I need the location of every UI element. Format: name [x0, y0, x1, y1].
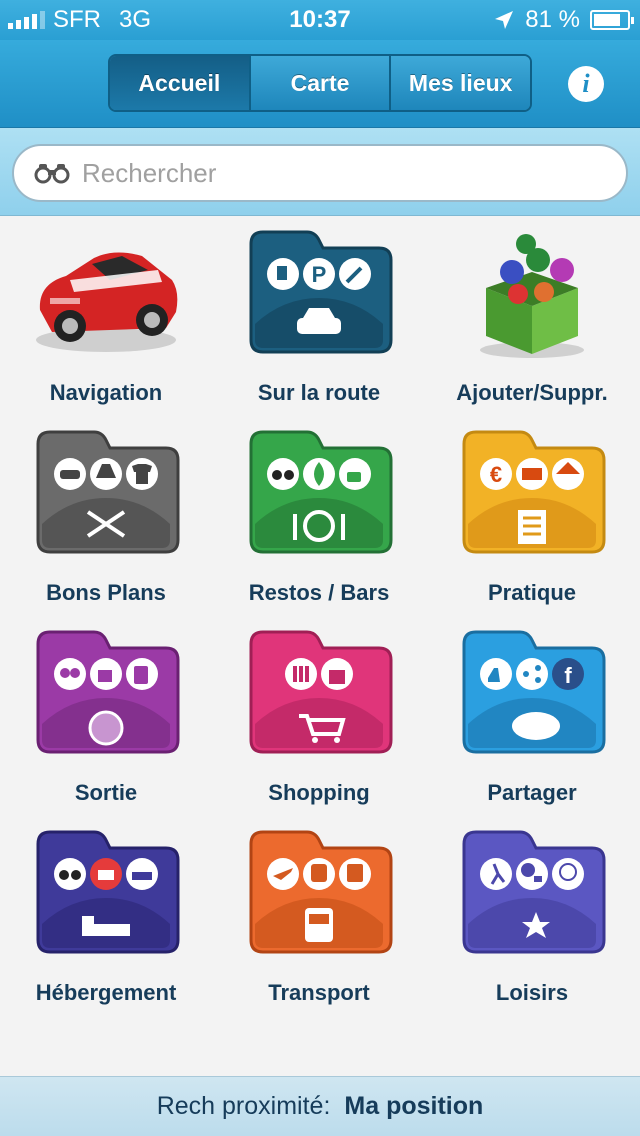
loisirs-folder-icon	[462, 830, 606, 954]
category-navigation[interactable]: Navigation	[0, 216, 212, 416]
category-label: Pratique	[487, 580, 577, 605]
category-label: Loisirs	[495, 980, 569, 1005]
location-arrow-icon	[495, 11, 514, 29]
category-sortie[interactable]: Sortie	[0, 616, 212, 816]
nav-bar: Accueil Carte Mes lieux i	[0, 40, 640, 128]
restos-folder-icon	[249, 430, 393, 554]
svg-text:€: €	[490, 462, 502, 487]
category-ajouter-suppr[interactable]: Ajouter/Suppr.	[426, 216, 638, 416]
category-partager[interactable]: f Partager	[426, 616, 638, 816]
tab-mes-lieux[interactable]: Mes lieux	[391, 56, 530, 110]
search-area	[0, 128, 640, 216]
category-label: Hébergement	[35, 980, 177, 1005]
transport-folder-icon	[249, 830, 393, 954]
category-label: Sur la route	[257, 380, 381, 405]
sports-car-icon	[36, 252, 178, 352]
category-label: Shopping	[268, 780, 370, 805]
category-loisirs[interactable]: Loisirs	[426, 816, 638, 1016]
hebergement-folder-icon	[36, 830, 180, 954]
category-label: Sortie	[74, 780, 138, 805]
info-icon[interactable]: i	[568, 66, 604, 102]
pratique-folder-icon: €	[462, 430, 606, 554]
category-shopping[interactable]: Shopping	[213, 616, 425, 816]
search-field[interactable]	[12, 144, 628, 202]
category-label: Restos / Bars	[248, 580, 390, 605]
road-folder-icon: P	[249, 230, 393, 354]
category-label: Bons Plans	[46, 580, 166, 605]
proximity-search-bar[interactable]: Rech proximité: Ma position	[0, 1076, 640, 1136]
category-grid: Navigation P Sur la route Ajouter/Suppr.	[0, 216, 640, 1076]
proximity-label: Rech proximité:	[156, 1092, 331, 1120]
category-pratique[interactable]: € Pratique	[426, 416, 638, 616]
category-label: Navigation	[49, 380, 163, 405]
category-label: Ajouter/Suppr.	[456, 380, 608, 405]
category-sur-la-route[interactable]: P Sur la route	[213, 216, 425, 416]
tab-accueil[interactable]: Accueil	[110, 56, 251, 110]
partager-folder-icon: f	[462, 630, 606, 754]
battery-percent: 81 %	[525, 6, 580, 33]
shopping-folder-icon	[249, 630, 393, 754]
segmented-control: Accueil Carte Mes lieux	[108, 54, 532, 112]
battery-icon	[590, 10, 634, 30]
sortie-folder-icon	[36, 630, 180, 754]
binoculars-icon	[34, 164, 70, 184]
category-label: Transport	[268, 980, 370, 1005]
category-bons-plans[interactable]: Bons Plans	[0, 416, 212, 616]
category-label: Partager	[487, 780, 577, 805]
proximity-value[interactable]: Ma position	[344, 1092, 483, 1121]
search-input[interactable]	[82, 157, 582, 189]
category-transport[interactable]: Transport	[213, 816, 425, 1016]
tab-carte[interactable]: Carte	[250, 56, 392, 110]
status-bar: SFR 3G 10:37 81 %	[0, 0, 640, 40]
green-box-icon	[480, 234, 584, 358]
svg-text:P: P	[312, 262, 327, 287]
svg-text:f: f	[564, 663, 572, 688]
bons-plans-folder-icon	[36, 430, 180, 554]
category-restos-bars[interactable]: Restos / Bars	[213, 416, 425, 616]
category-hebergement[interactable]: Hébergement	[0, 816, 212, 1016]
